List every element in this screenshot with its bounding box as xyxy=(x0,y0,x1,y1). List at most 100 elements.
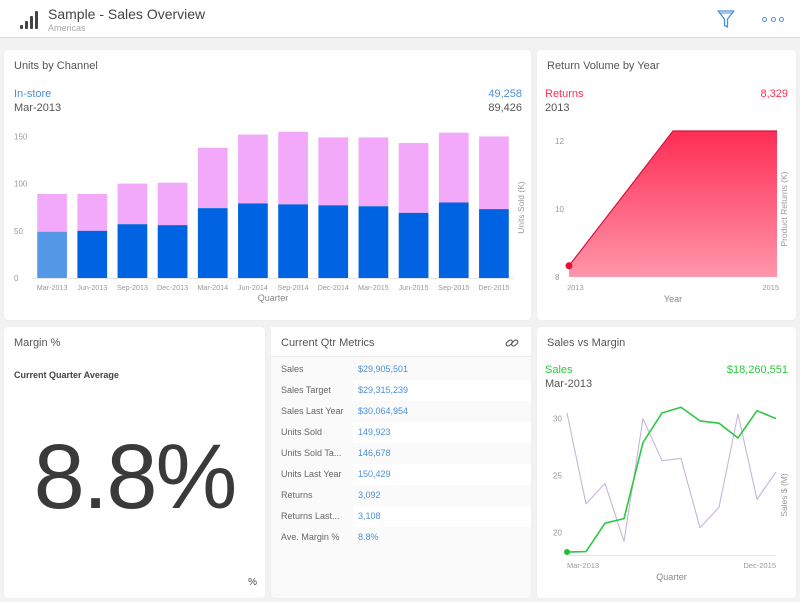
metrics-table: Sales $29,905,501 Sales Target $29,315,239 S… xyxy=(271,359,531,548)
x-tick-label: Jun-2015 xyxy=(399,283,429,292)
units-bar-chart[interactable]: 0 50 100 150 Mar-2013 Jun-2013 Sep-2013 Dec-201… xyxy=(4,50,531,320)
metric-value: 3,108 xyxy=(353,506,531,527)
x-tick-label: Dec-2015 xyxy=(743,561,776,570)
bar-instore xyxy=(398,212,429,278)
x-tick-label: Mar-2014 xyxy=(197,283,228,292)
bar-online xyxy=(157,182,188,226)
bar-online xyxy=(37,194,67,232)
metric-value: 149,923 xyxy=(353,422,531,443)
metric-label: Returns Last... xyxy=(271,506,353,527)
metrics-row: Sales Last Year $30,064,954 xyxy=(271,401,531,422)
margin-unit: % xyxy=(248,577,257,588)
bar-online xyxy=(278,131,308,205)
sales-line xyxy=(566,406,777,553)
y-tick-label: 0 xyxy=(14,274,19,283)
bar-instore xyxy=(318,205,349,278)
metric-value: 146,678 xyxy=(353,443,531,464)
y-axis-title: Units Sold (K) xyxy=(516,181,526,234)
bar-logo-icon xyxy=(20,11,40,29)
x-tick-label: Mar-2015 xyxy=(358,283,389,292)
y-axis-title: Product Returns (K) xyxy=(779,171,789,246)
metrics-row: Sales Target $29,315,239 xyxy=(271,380,531,401)
margin-value: 8.8% xyxy=(33,426,238,528)
y-tick-label: 150 xyxy=(14,132,28,141)
sales-margin-line-chart[interactable]: 20 25 30 Mar-2013 Dec-2015 Quarter Sales $ (M) xyxy=(537,327,796,598)
highlight-point xyxy=(565,262,573,270)
x-tick-label: 2013 xyxy=(567,283,584,292)
bar-instore xyxy=(479,209,509,278)
returns-area-chart[interactable]: 8 10 12 2013 2015 Year Product Returns (K) xyxy=(537,50,796,320)
metric-value: $30,064,954 xyxy=(353,401,531,422)
metric-label: Sales xyxy=(271,359,353,380)
bar-instore xyxy=(278,204,308,278)
dashboard-title: Sample - Sales Overview xyxy=(48,6,206,22)
bar-online xyxy=(358,137,389,207)
metric-value: 150,429 xyxy=(353,464,531,485)
metric-label: Ave. Margin % xyxy=(271,527,353,548)
x-axis-title: Quarter xyxy=(258,293,289,303)
metrics-row: Units Sold Ta... 146,678 xyxy=(271,443,531,464)
margin-subtitle: Current Quarter Average xyxy=(14,370,119,380)
bar-instore xyxy=(358,206,389,278)
metric-label: Returns xyxy=(271,485,353,506)
metric-value: $29,905,501 xyxy=(353,359,531,380)
card-title: Margin % xyxy=(14,337,61,349)
return-volume-card: Return Volume by Year Returns 2013 8,329… xyxy=(537,50,796,320)
metric-label: Sales Target xyxy=(271,380,353,401)
metric-label: Units Sold Ta... xyxy=(271,443,353,464)
filter-icon[interactable] xyxy=(716,9,736,29)
x-tick-label: Jun-2014 xyxy=(238,283,268,292)
metrics-row: Returns 3,092 xyxy=(271,485,531,506)
y-tick-label: 12 xyxy=(555,137,564,146)
metric-value: $29,315,239 xyxy=(353,380,531,401)
bar-online xyxy=(117,183,148,225)
x-tick-label: 2015 xyxy=(762,283,779,292)
metric-value: 3,092 xyxy=(353,485,531,506)
x-tick-label: Mar-2013 xyxy=(37,283,68,292)
bar-online xyxy=(398,143,429,213)
y-tick-label: 20 xyxy=(553,528,562,537)
bar-instore xyxy=(157,225,188,278)
y-axis-title: Sales $ (M) xyxy=(779,473,789,517)
bar-instore xyxy=(117,224,148,278)
highlight-point xyxy=(564,549,570,556)
y-tick-label: 30 xyxy=(553,415,562,424)
bar-instore xyxy=(238,203,268,278)
bar-instore xyxy=(438,202,469,278)
x-tick-label: Dec-2015 xyxy=(478,283,509,292)
bar-online xyxy=(197,147,228,209)
x-tick-label: Mar-2013 xyxy=(567,561,599,570)
app-header: Sample - Sales Overview Americas xyxy=(0,0,800,38)
x-tick-label: Dec-2013 xyxy=(157,283,188,292)
x-axis-title: Year xyxy=(664,294,682,304)
more-icon[interactable] xyxy=(762,17,784,23)
current-qtr-metrics-card: Current Qtr Metrics Sales $29,905,501 Sale… xyxy=(271,327,531,598)
metrics-row: Returns Last... 3,108 xyxy=(271,506,531,527)
bar-instore xyxy=(37,231,67,278)
bar-instore xyxy=(197,208,228,278)
y-tick-label: 25 xyxy=(553,471,562,480)
returns-area xyxy=(569,131,777,277)
metrics-header: Current Qtr Metrics xyxy=(271,327,531,357)
x-axis-title: Quarter xyxy=(656,572,687,582)
y-tick-label: 50 xyxy=(14,227,23,236)
metrics-row: Sales $29,905,501 xyxy=(271,359,531,380)
bar-online xyxy=(438,132,469,203)
metrics-row: Units Last Year 150,429 xyxy=(271,464,531,485)
metric-label: Units Last Year xyxy=(271,464,353,485)
metrics-row: Units Sold 149,923 xyxy=(271,422,531,443)
units-by-channel-card: Units by Channel In-store Mar-2013 49,25… xyxy=(4,50,531,320)
y-tick-label: 8 xyxy=(555,273,560,282)
margin-card: Margin % Current Quarter Average 8.8% % xyxy=(4,327,265,598)
bar-online xyxy=(238,134,268,204)
y-tick-label: 10 xyxy=(555,205,564,214)
link-icon[interactable] xyxy=(505,337,519,349)
x-tick-label: Sep-2014 xyxy=(277,283,308,292)
metric-label: Sales Last Year xyxy=(271,401,353,422)
margin-line xyxy=(566,412,777,542)
metric-label: Units Sold xyxy=(271,422,353,443)
bar-online xyxy=(318,137,349,206)
x-tick-label: Jun-2013 xyxy=(77,283,107,292)
x-tick-label: Sep-2015 xyxy=(438,283,469,292)
x-tick-label: Dec-2014 xyxy=(318,283,349,292)
